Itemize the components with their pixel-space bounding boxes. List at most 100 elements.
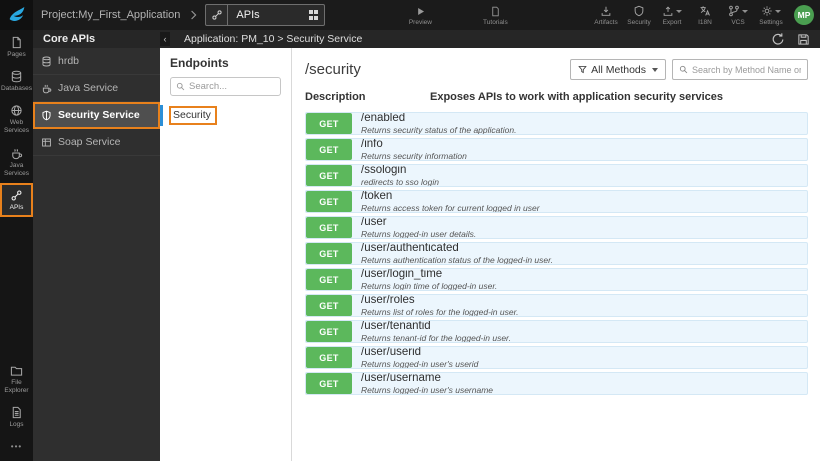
search-icon	[176, 82, 185, 91]
sidebar-item-label: APIs	[9, 203, 24, 211]
endpoint-row[interactable]: GET /user/roles Returns list of roles fo…	[305, 294, 808, 317]
sidebar-item-label: Databases	[0, 85, 33, 93]
chevron-down-icon	[652, 67, 658, 72]
endpoint-path: /user/username	[361, 372, 441, 385]
tutorials-button[interactable]: Tutorials	[480, 4, 510, 26]
search-icon	[679, 65, 688, 74]
folder-icon	[10, 364, 23, 377]
i18n-label: I18N	[698, 19, 712, 26]
security-shield-icon	[633, 4, 645, 18]
wavemaker-logo[interactable]	[0, 0, 33, 30]
endpoint-path: /token	[361, 190, 393, 203]
endpoints-title: Endpoints	[170, 56, 229, 70]
methods-filter-label: All Methods	[591, 63, 646, 76]
endpoint-item-security[interactable]: Security	[160, 105, 291, 126]
coffee-icon	[10, 147, 23, 160]
description-label: Description	[305, 91, 366, 103]
endpoint-row[interactable]: GET /ssologin redirects to sso login	[305, 164, 808, 187]
sidebar-item-label: File Explorer	[4, 378, 29, 394]
get-method-badge: GET	[306, 113, 352, 134]
coffee-icon	[41, 83, 52, 94]
refresh-icon[interactable]	[771, 32, 785, 46]
shield-icon	[41, 110, 52, 121]
globe-icon	[10, 104, 23, 117]
method-search-box[interactable]	[672, 59, 808, 80]
save-icon[interactable]	[797, 33, 810, 46]
settings-label: Settings	[759, 19, 783, 26]
service-item-java-service[interactable]: Java Service	[33, 75, 160, 102]
endpoint-description: Returns security information	[361, 150, 467, 161]
export-upload-icon	[662, 5, 674, 17]
endpoint-description: Returns access token for current logged …	[361, 202, 540, 213]
topbar-center: Preview Tutorials	[405, 4, 510, 26]
endpoint-row[interactable]: GET /user Returns logged-in user details…	[305, 216, 808, 239]
endpoint-list: GET /enabled Returns security status of …	[292, 112, 820, 398]
logs-icon	[10, 406, 23, 419]
service-item-security-service[interactable]: Security Service	[33, 102, 160, 129]
chevron-down-icon	[676, 9, 682, 13]
core-apis-panel: Core APIs hrdb Java Service Security Ser…	[33, 30, 160, 461]
tab-apis[interactable]: APIs	[205, 4, 326, 26]
endpoint-row[interactable]: GET /user/userid Returns logged-in user'…	[305, 346, 808, 369]
sidebar-item-logs[interactable]: Logs	[0, 400, 33, 434]
export-label: Export	[662, 19, 682, 26]
filter-funnel-icon	[578, 65, 587, 74]
endpoint-row[interactable]: GET /user/username Returns logged-in use…	[305, 372, 808, 395]
endpoint-description: Returns list of roles for the logged-in …	[361, 306, 519, 317]
sidebar-item-pages[interactable]: Pages	[0, 30, 33, 64]
pages-icon	[10, 36, 23, 49]
sidebar-item-databases[interactable]: Databases	[0, 64, 33, 98]
project-name[interactable]: Project:My_First_Application	[41, 9, 180, 21]
endpoint-row[interactable]: GET /token Returns access token for curr…	[305, 190, 808, 213]
endpoint-row[interactable]: GET /user/authenticated Returns authenti…	[305, 242, 808, 265]
endpoint-description: redirects to sso login	[361, 176, 439, 187]
get-method-badge: GET	[306, 191, 352, 212]
breadcrumb: Application: PM_10 > Security Service	[184, 33, 363, 45]
endpoint-path: /user/roles	[361, 294, 415, 307]
settings-button[interactable]: Settings	[756, 4, 786, 26]
sidebar-item-java-services[interactable]: Java Services	[0, 141, 33, 183]
endpoint-row[interactable]: GET /user/tenantid Returns tenant-id for…	[305, 320, 808, 343]
sidebar-more-button[interactable]: •••	[0, 434, 33, 461]
export-button[interactable]: Export	[657, 4, 687, 26]
sidebar-item-apis[interactable]: APIs	[0, 182, 33, 217]
sidebar-item-web-services[interactable]: Web Services	[0, 98, 33, 140]
collapse-panel-button[interactable]: ‹	[160, 32, 170, 46]
icon-sidebar: Pages Databases Web Services Java Servic…	[0, 30, 33, 461]
endpoint-row[interactable]: GET /enabled Returns security status of …	[305, 112, 808, 135]
tab-apis-label: APIs	[236, 9, 260, 21]
artifacts-button[interactable]: Artifacts	[591, 4, 621, 26]
methods-filter-dropdown[interactable]: All Methods	[570, 59, 666, 80]
play-icon	[415, 4, 426, 18]
sidebar-item-file-explorer[interactable]: File Explorer	[0, 358, 33, 400]
tutorials-doc-icon	[490, 4, 501, 18]
security-button[interactable]: Security	[624, 4, 654, 26]
vcs-button[interactable]: VCS	[723, 4, 753, 26]
i18n-button[interactable]: I18N	[690, 4, 720, 26]
preview-button[interactable]: Preview	[405, 4, 435, 26]
endpoint-description: Returns authentication status of the log…	[361, 254, 553, 265]
endpoint-description: Returns tenant-id for the logged-in user…	[361, 332, 511, 343]
endpoints-search-input[interactable]	[189, 81, 275, 92]
grid-view-icon[interactable]	[308, 10, 319, 20]
endpoint-row[interactable]: GET /info Returns security information	[305, 138, 808, 161]
endpoint-path: /ssologin	[361, 164, 407, 177]
service-item-hrdb[interactable]: hrdb	[33, 48, 160, 75]
get-method-badge: GET	[306, 269, 352, 290]
service-item-soap-service[interactable]: Soap Service	[33, 129, 160, 156]
get-method-badge: GET	[306, 139, 352, 160]
endpoint-row[interactable]: GET /user/login_time Returns login time …	[305, 268, 808, 291]
user-avatar[interactable]: MP	[794, 5, 814, 25]
endpoint-description: Returns logged-in user's username	[361, 384, 494, 395]
endpoint-path: /info	[361, 138, 383, 151]
vcs-branch-icon	[728, 5, 740, 17]
endpoints-search[interactable]	[170, 77, 281, 96]
chevron-right-icon	[190, 9, 198, 21]
artifacts-download-icon	[600, 4, 612, 18]
sidebar-item-label: Pages	[7, 51, 26, 58]
security-label: Security	[627, 19, 651, 26]
method-search-input[interactable]	[692, 64, 801, 75]
topbar: Project:My_First_Application APIs Previe…	[0, 0, 820, 30]
service-path-title: /security	[305, 61, 361, 78]
get-method-badge: GET	[306, 347, 352, 368]
